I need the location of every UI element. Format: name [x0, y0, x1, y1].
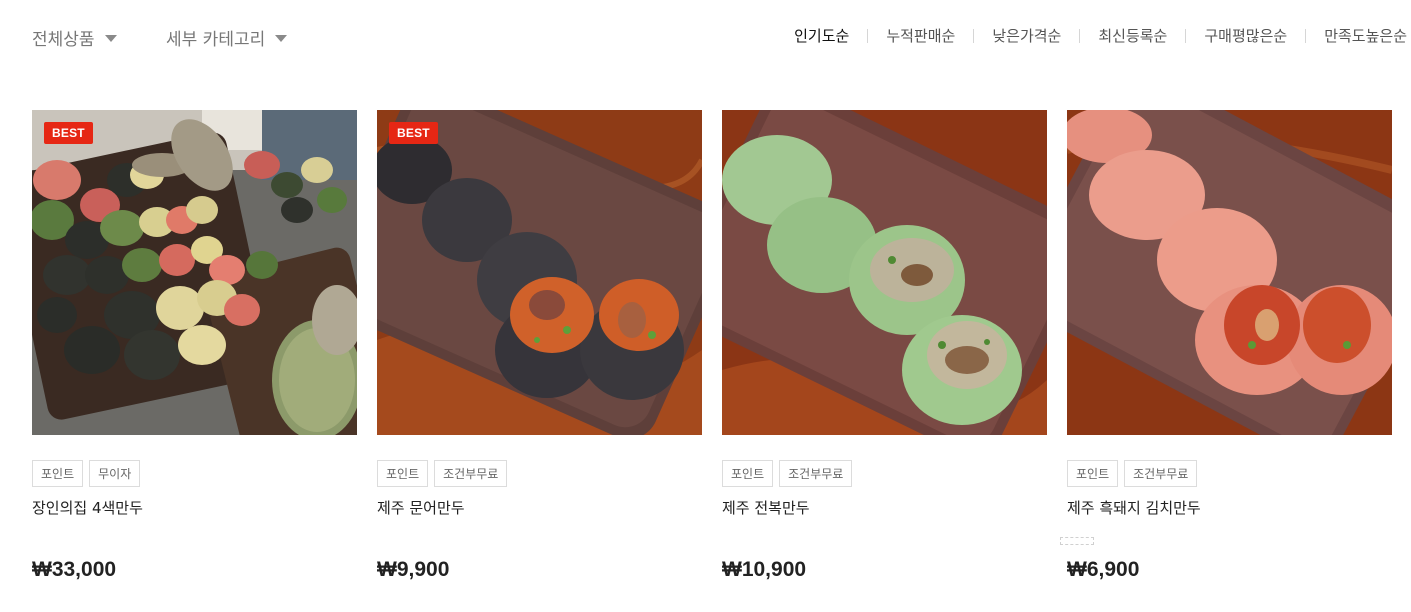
placeholder-mark — [1060, 537, 1094, 545]
sort-high-satisfaction[interactable]: 만족도높은순 — [1324, 25, 1407, 46]
tag-point: 포인트 — [1067, 460, 1119, 487]
product-name[interactable]: 장인의집 4색만두 — [32, 497, 357, 518]
sub-category-label: 세부 카테고리 — [166, 30, 266, 50]
product-image[interactable]: BEST — [377, 110, 702, 435]
product-price: ₩9,900 — [377, 558, 450, 581]
divider — [1305, 28, 1307, 43]
all-products-dropdown[interactable]: 전체상품 — [32, 25, 117, 50]
sort-bar: 인기도순 누적판매순 낮은가격순 최신등록순 구매평많은순 만족도높은순 — [794, 25, 1407, 46]
sort-newest[interactable]: 최신등록순 — [1098, 25, 1167, 46]
best-badge: BEST — [44, 122, 93, 144]
product-card[interactable]: 포인트 조건부무료 제주 전복만두 ₩10,900 — [722, 110, 1047, 581]
tag-conditional-free-shipping: 조건부무료 — [779, 460, 853, 487]
sort-popular[interactable]: 인기도순 — [794, 25, 849, 46]
caret-down-icon — [104, 35, 117, 42]
product-name[interactable]: 제주 전복만두 — [722, 497, 1047, 518]
sort-low-price[interactable]: 낮은가격순 — [992, 25, 1061, 46]
product-card[interactable]: BEST 포인트 조건부무료 제주 문어만두 ₩9,900 — [377, 110, 702, 581]
tag-point: 포인트 — [722, 460, 774, 487]
product-image[interactable] — [722, 110, 1047, 435]
tag-list: 포인트 조건부무료 — [1067, 460, 1392, 487]
sort-cumulative-sales[interactable]: 누적판매순 — [886, 25, 955, 46]
divider — [1185, 28, 1187, 43]
tag-conditional-free-shipping: 조건부무료 — [434, 460, 508, 487]
product-price: ₩33,000 — [32, 558, 117, 581]
sub-category-dropdown[interactable]: 세부 카테고리 — [166, 25, 288, 50]
best-badge: BEST — [389, 122, 438, 144]
product-image[interactable]: BEST — [32, 110, 357, 435]
tag-list: 포인트 조건부무료 — [377, 460, 702, 487]
divider — [867, 28, 869, 43]
product-name[interactable]: 제주 흑돼지 김치만두 — [1067, 497, 1392, 518]
tag-list: 포인트 무이자 — [32, 460, 357, 487]
product-card[interactable]: 포인트 조건부무료 제주 흑돼지 김치만두 ₩6,900 — [1067, 110, 1392, 581]
tag-point: 포인트 — [377, 460, 429, 487]
tag-point: 포인트 — [32, 460, 84, 487]
divider — [973, 28, 975, 43]
product-name[interactable]: 제주 문어만두 — [377, 497, 702, 518]
product-price: ₩10,900 — [722, 558, 807, 581]
tag-interest-free: 무이자 — [89, 460, 141, 487]
product-price: ₩6,900 — [1067, 558, 1140, 581]
product-image[interactable] — [1067, 110, 1392, 435]
product-card[interactable]: BEST 포인트 무이자 장인의집 4색만두 ₩33,000 — [32, 110, 357, 581]
all-products-label: 전체상품 — [32, 30, 95, 50]
tag-conditional-free-shipping: 조건부무료 — [1124, 460, 1198, 487]
tag-list: 포인트 조건부무료 — [722, 460, 1047, 487]
caret-down-icon — [275, 35, 288, 42]
sort-most-reviews[interactable]: 구매평많은순 — [1204, 25, 1287, 46]
divider — [1079, 28, 1081, 43]
